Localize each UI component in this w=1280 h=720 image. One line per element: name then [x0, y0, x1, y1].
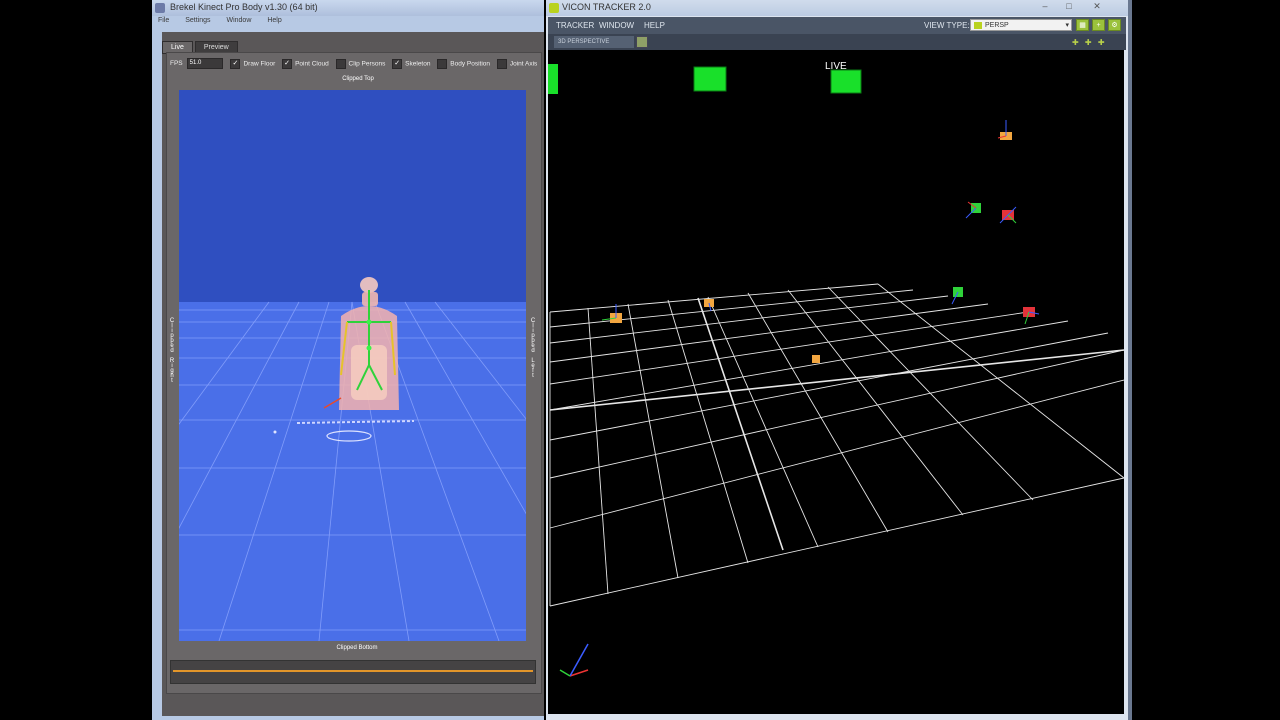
maximize-button[interactable]: □	[1058, 0, 1080, 12]
viewport-background	[179, 90, 526, 302]
menu-file[interactable]: File	[158, 17, 169, 24]
close-button[interactable]: ✕	[1086, 0, 1108, 12]
minimize-button[interactable]: –	[1034, 0, 1056, 12]
brekel-menubar: File Settings Window Help	[158, 17, 538, 29]
option-clip-persons[interactable]: Clip Persons	[335, 58, 386, 69]
camera-icon	[693, 66, 727, 92]
option-body-position[interactable]: Body Position	[437, 58, 491, 69]
view-type-dropdown[interactable]: PERSP ▾	[970, 19, 1072, 31]
chevron-down-icon: ▾	[1065, 22, 1069, 29]
clip-persons-checkbox[interactable]	[335, 58, 346, 69]
view-type-value: PERSP	[985, 22, 1009, 29]
viewport-toolbar: 3D PERSPECTIVE	[548, 34, 1126, 50]
draw-floor-label: Draw Floor	[243, 60, 276, 68]
kinect-3d-viewport[interactable]	[179, 90, 526, 641]
vicon-3d-viewport[interactable]: LIVE	[548, 50, 1125, 714]
option-draw-floor[interactable]: ✓ Draw Floor	[230, 58, 276, 69]
menu-tracker[interactable]: TRACKER	[556, 21, 594, 30]
body-position-label: Body Position	[450, 60, 491, 68]
clipped-right-label: Clipped Right	[169, 318, 175, 383]
option-skeleton[interactable]: ✓ Skeleton	[392, 58, 431, 69]
skeleton-checkbox[interactable]: ✓	[392, 58, 403, 69]
option-point-cloud[interactable]: ✓ Point Cloud	[282, 58, 329, 69]
vicon-menubar: TRACKER WINDOW HELP VIEW TYPE: PERSP ▾ ▦…	[548, 17, 1126, 34]
point-cloud-label: Point Cloud	[295, 60, 329, 68]
view-type-label: VIEW TYPE:	[924, 21, 970, 30]
vicon-window: VICON TRACKER 2.0 – □ ✕ TRACKER WINDOW H…	[546, 0, 1128, 720]
timeline-track	[173, 670, 533, 672]
body-position-checkbox[interactable]	[437, 58, 448, 69]
clip-persons-label: Clip Persons	[348, 60, 386, 68]
live-label: LIVE	[825, 61, 847, 72]
menu-help[interactable]: HELP	[644, 21, 665, 30]
clipped-top-label: Clipped Top	[342, 76, 374, 82]
brekel-tabbar: Live Preview	[162, 36, 240, 54]
brekel-window: Brekel Kinect Pro Body v1.30 (64 bit) Fi…	[152, 0, 544, 720]
vicon-titlebar: VICON TRACKER 2.0 – □ ✕	[546, 0, 1128, 16]
camera-icon	[548, 64, 558, 94]
option-joint-axis[interactable]: Joint Axis	[496, 58, 538, 69]
fps-field: 51.0	[186, 58, 223, 69]
window-title: VICON TRACKER 2.0	[562, 2, 651, 12]
kinect-scene	[179, 90, 526, 641]
options-button[interactable]: ⚙	[1108, 19, 1121, 31]
brekel-toolbar: FPS 51.0 ✓ Draw Floor ✓ Point Cloud Clip Pe…	[170, 58, 540, 72]
fps-label: FPS	[170, 60, 183, 68]
menu-window[interactable]: Window	[226, 17, 251, 24]
draw-floor-checkbox[interactable]: ✓	[230, 58, 241, 69]
point-cloud-checkbox[interactable]: ✓	[282, 58, 293, 69]
menu-window[interactable]: WINDOW	[599, 21, 634, 30]
joint-axis-checkbox[interactable]	[496, 58, 507, 69]
clipped-left-label: Clipped Left	[530, 318, 536, 378]
vicon-scene: LIVE	[548, 50, 1125, 714]
scene-background	[548, 50, 1124, 714]
viewport-mini-icons[interactable]: ✚ ✚ ✚	[1072, 38, 1107, 47]
app-icon	[155, 3, 165, 13]
joint-axis-label: Joint Axis	[509, 60, 538, 68]
camera-icon	[830, 69, 862, 94]
menu-settings[interactable]: Settings	[185, 17, 210, 24]
vicon-logo-icon	[549, 3, 559, 13]
viewport-options-icon[interactable]	[636, 36, 648, 48]
add-view-button[interactable]: +	[1092, 19, 1105, 31]
window-title: Brekel Kinect Pro Body v1.30 (64 bit)	[170, 2, 318, 12]
layout-view-button[interactable]: ▦	[1076, 19, 1089, 31]
menu-help[interactable]: Help	[267, 17, 281, 24]
camera-icon	[974, 22, 982, 29]
skeleton-label: Skeleton	[405, 60, 431, 68]
window-border	[1128, 0, 1132, 720]
clipped-bottom-label: Clipped Bottom	[336, 645, 378, 651]
perspective-tab[interactable]: 3D PERSPECTIVE	[554, 36, 634, 48]
timeline[interactable]	[170, 660, 536, 684]
brekel-titlebar: Brekel Kinect Pro Body v1.30 (64 bit)	[152, 0, 544, 16]
